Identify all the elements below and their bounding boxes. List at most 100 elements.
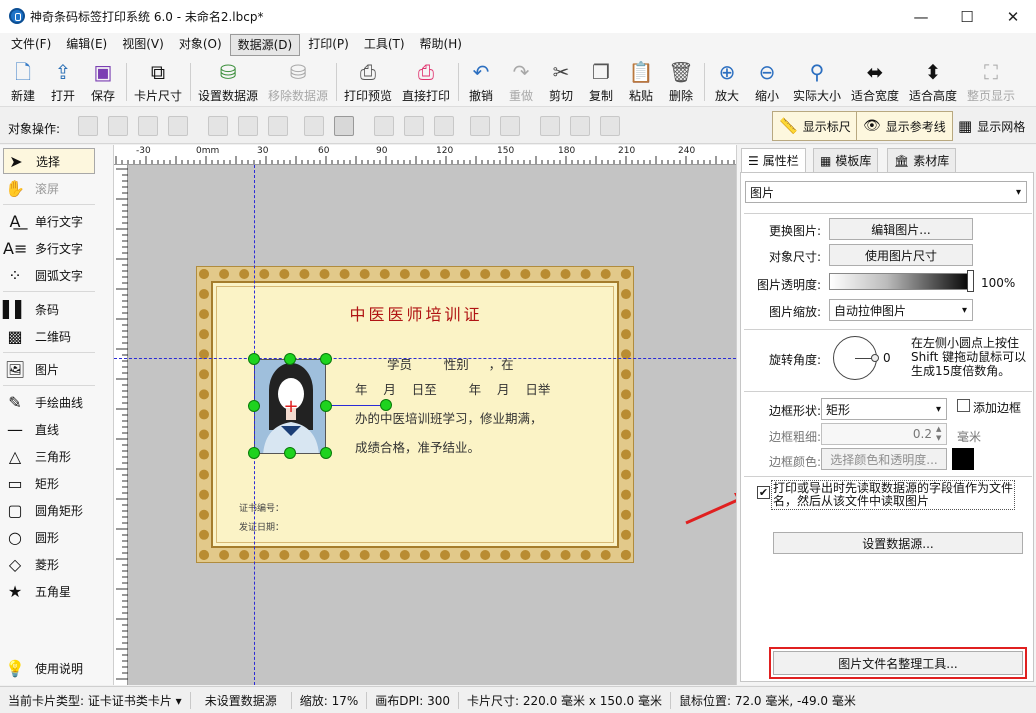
delete-button[interactable]: 🗑 删除 <box>664 59 698 105</box>
rotation-dial-knob[interactable] <box>871 354 879 362</box>
tool-line[interactable]: — 直线 <box>3 416 95 442</box>
print-preview-button[interactable]: ⎙ 打印预览 <box>342 59 394 105</box>
scale-select[interactable]: 自动拉伸图片 <box>829 299 973 321</box>
certificate-text-line[interactable]: 学员 性别 ，在 <box>387 354 514 373</box>
horizontal-guide[interactable] <box>114 358 736 359</box>
align-bottom-icon[interactable] <box>434 116 454 136</box>
redo-button[interactable]: ↷ 重做 <box>504 59 538 105</box>
card-size-button[interactable]: ⧉ 卡片尺寸 <box>130 59 186 105</box>
set-datasource-button[interactable]: ⛁ 设置数据源 <box>196 59 260 105</box>
zoom-in-button[interactable]: ⊕ 放大 <box>710 59 744 105</box>
vertical-guide[interactable] <box>254 165 255 685</box>
show-ruler-toggle[interactable]: 📏 显示标尺 <box>772 111 858 141</box>
tool-select[interactable]: ➤ 选择 <box>3 148 95 174</box>
remove-datasource-button[interactable]: ⛁ 移除数据源 <box>266 59 330 105</box>
lock-icon[interactable] <box>600 116 620 136</box>
set-datasource-button-panel[interactable]: 设置数据源... <box>773 532 1023 554</box>
tool-triangle[interactable]: △ 三角形 <box>3 443 95 469</box>
copy-button[interactable]: ❐ 复制 <box>584 59 618 105</box>
help-button[interactable]: 💡 使用说明 <box>3 655 95 681</box>
menu-view[interactable]: 视图(V) <box>115 34 171 56</box>
resize-handle-n[interactable] <box>284 353 296 365</box>
bring-front-icon[interactable] <box>78 116 98 136</box>
send-backward-icon[interactable] <box>138 116 158 136</box>
open-button[interactable]: ⇪ 打开 <box>46 59 80 105</box>
minimize-button[interactable]: — <box>898 0 944 33</box>
image-filename-tool-button[interactable]: 图片文件名整理工具... <box>773 651 1023 675</box>
resize-handle-s[interactable] <box>284 447 296 459</box>
border-width-input[interactable]: 0.2 <box>821 423 947 445</box>
tab-assets[interactable]: 🏛 素材库 <box>887 148 957 172</box>
show-guides-toggle[interactable]: 👁 显示参考线 <box>856 111 953 141</box>
resize-handle-ne[interactable] <box>320 353 332 365</box>
opacity-slider[interactable] <box>829 273 973 290</box>
maximize-button[interactable]: ☐ <box>944 0 990 33</box>
save-button[interactable]: ▣ 保存 <box>86 59 120 105</box>
resize-handle-w[interactable] <box>248 400 260 412</box>
certificate-number-label[interactable]: 证书编号： <box>239 501 284 514</box>
border-color-button[interactable]: 选择颜色和透明度... <box>821 448 947 470</box>
menu-tools[interactable]: 工具(T) <box>357 34 412 56</box>
undo-button[interactable]: ↶ 撤销 <box>464 59 498 105</box>
card-type-status[interactable]: 当前卡片类型: 证卡证书类卡片 ▾ <box>0 691 191 709</box>
align-middle-icon[interactable] <box>404 116 424 136</box>
tool-freehand[interactable]: ✎ 手绘曲线 <box>3 389 95 415</box>
menu-print[interactable]: 打印(P) <box>301 34 356 56</box>
distribute-v-spacing-icon[interactable] <box>500 116 520 136</box>
certificate-text-line[interactable]: 年 月 日至 年 月 日举 <box>355 379 550 398</box>
menu-object[interactable]: 对象(O) <box>172 34 229 56</box>
border-width-spinner[interactable]: ▲ ▼ <box>936 425 941 443</box>
align-left-icon[interactable] <box>208 116 228 136</box>
tab-templates[interactable]: ▦ 模板库 <box>813 148 879 172</box>
distribute-h-icon[interactable] <box>304 116 324 136</box>
tool-diamond[interactable]: ◇ 菱形 <box>3 551 95 577</box>
resize-handle-e[interactable] <box>320 400 332 412</box>
issue-date-label[interactable]: 发证日期： <box>239 520 284 533</box>
tool-rect[interactable]: ▭ 矩形 <box>3 470 95 496</box>
certificate-text-line[interactable]: 成绩合格，准予结业。 <box>355 437 480 456</box>
menu-file[interactable]: 文件(F) <box>4 34 58 56</box>
use-image-size-button[interactable]: 使用图片尺寸 <box>829 244 973 266</box>
direct-print-button[interactable]: ⎙ 直接打印 <box>400 59 452 105</box>
show-grid-toggle[interactable]: ▦ 显示网格 <box>952 111 1031 141</box>
distribute-v-icon[interactable] <box>470 116 490 136</box>
menu-help[interactable]: 帮助(H) <box>413 34 469 56</box>
align-center-icon[interactable] <box>238 116 258 136</box>
tool-qrcode[interactable]: ▩ 二维码 <box>3 323 95 349</box>
rotation-handle[interactable] <box>380 399 392 411</box>
add-border-checkbox[interactable] <box>957 399 970 412</box>
menu-datasource[interactable]: 数据源(D) <box>229 34 301 56</box>
actual-size-button[interactable]: ⚲ 实际大小 <box>790 59 844 105</box>
opacity-slider-thumb[interactable] <box>967 270 974 292</box>
group-icon[interactable] <box>540 116 560 136</box>
tool-circle[interactable]: ○ 圆形 <box>3 524 95 550</box>
tool-barcode[interactable]: ▌▌ 条码 <box>3 296 95 322</box>
ungroup-icon[interactable] <box>570 116 590 136</box>
border-color-swatch[interactable] <box>952 448 974 470</box>
selected-photo[interactable]: + <box>254 359 326 454</box>
tool-arc-text[interactable]: ⁘ 圆弧文字 <box>3 262 95 288</box>
cut-button[interactable]: ✂ 剪切 <box>544 59 578 105</box>
send-back-icon[interactable] <box>168 116 188 136</box>
close-button[interactable]: ✕ <box>990 0 1036 33</box>
resize-handle-sw[interactable] <box>248 447 260 459</box>
certificate-text-line[interactable]: 办的中医培训班学习，修业期满， <box>355 408 543 427</box>
paste-button[interactable]: 📋 粘贴 <box>624 59 658 105</box>
align-right-icon[interactable] <box>268 116 288 136</box>
new-button[interactable]: 🗋 新建 <box>6 59 40 105</box>
menu-edit[interactable]: 编辑(E) <box>59 34 114 56</box>
tool-image[interactable]: 🖼 图片 <box>3 356 95 382</box>
tool-scroll[interactable]: ✋ 滚屏 <box>3 175 95 201</box>
tool-round-rect[interactable]: ▢ 圆角矩形 <box>3 497 95 523</box>
align-top-icon[interactable] <box>374 116 394 136</box>
tool-multi-text[interactable]: A≡ 多行文字 <box>3 235 95 261</box>
fit-width-button[interactable]: ⬌ 适合宽度 <box>848 59 902 105</box>
read-datasource-checkbox[interactable]: ✔ <box>757 486 770 499</box>
distribute-h-spacing-icon[interactable] <box>334 116 354 136</box>
edit-image-button[interactable]: 编辑图片... <box>829 218 973 240</box>
border-shape-select[interactable]: 矩形 <box>821 398 947 420</box>
object-type-select[interactable]: 图片 <box>745 181 1027 203</box>
zoom-out-button[interactable]: ⊖ 缩小 <box>750 59 784 105</box>
fit-page-button[interactable]: ⛶ 整页显示 <box>964 59 1018 105</box>
resize-handle-se[interactable] <box>320 447 332 459</box>
